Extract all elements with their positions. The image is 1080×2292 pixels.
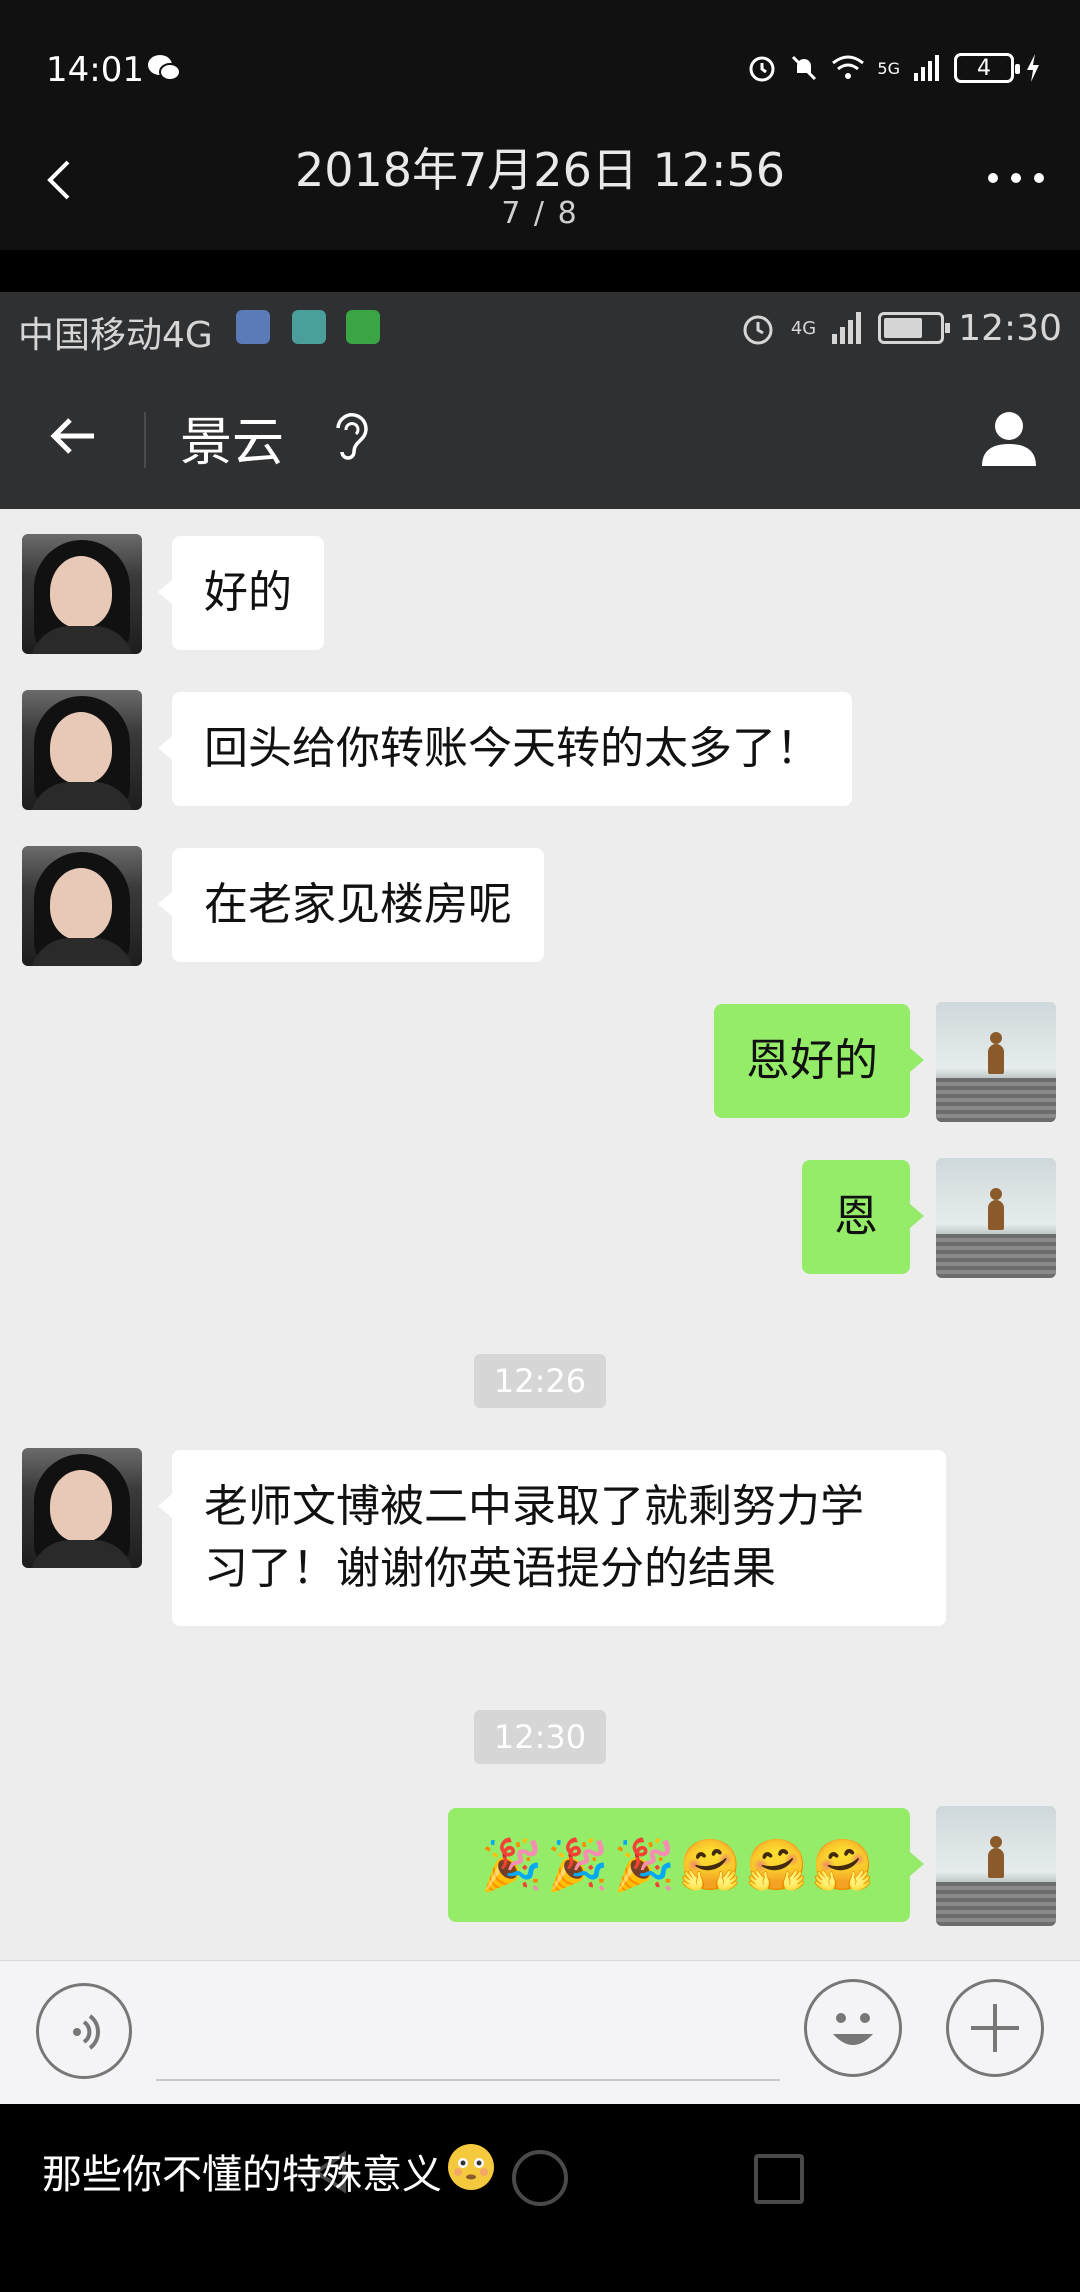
contact-name: 景云 bbox=[180, 413, 285, 473]
message-bubble-sent[interactable]: 🎉🎉🎉🤗🤗🤗 bbox=[448, 1808, 924, 1922]
page-indicator: 7 / 8 bbox=[501, 196, 579, 231]
message-bubble-sent[interactable]: 恩好的 bbox=[714, 1004, 924, 1118]
outer-clock: 14:01 bbox=[46, 50, 144, 90]
alarm-icon bbox=[749, 56, 775, 82]
inner-clock: 12:30 bbox=[958, 307, 1062, 349]
charging-icon bbox=[1027, 54, 1039, 82]
app-notification-icon bbox=[236, 310, 270, 344]
timestamp: 12:30 bbox=[0, 1710, 1080, 1764]
inner-battery-icon bbox=[878, 312, 951, 344]
mute-icon bbox=[792, 55, 817, 81]
message-line: 习了！谢谢你英语提分的结果 bbox=[204, 1543, 776, 1594]
chat-info-icon[interactable] bbox=[976, 404, 1042, 470]
chat-header: 景云 bbox=[0, 364, 1080, 509]
timestamp: 12:26 bbox=[0, 1354, 1080, 1408]
emoji-button[interactable] bbox=[804, 1979, 902, 2077]
wechat-notification-icon bbox=[346, 310, 380, 344]
smiley-icon bbox=[833, 2013, 873, 2045]
viewer-title: 2018年7月26日 12:56 bbox=[294, 143, 786, 197]
message-bubble[interactable]: 回头给你转账今天转的太多了！ bbox=[158, 692, 852, 806]
wechat-icon bbox=[148, 55, 181, 81]
battery-icon: 4 bbox=[954, 53, 1020, 83]
inner-network-type: 4G bbox=[790, 317, 817, 339]
message-bubble[interactable]: 在老家见楼房呢 bbox=[158, 848, 544, 962]
contact-avatar[interactable] bbox=[22, 1448, 142, 1568]
flushed-face-emoji-icon bbox=[448, 2144, 494, 2190]
wifi-icon bbox=[832, 55, 865, 79]
carrier-label: 中国移动4G bbox=[18, 315, 213, 356]
screenshot-image: 中国移动4G 4G 12:30 景云 好的 回头给你转账今天转的太多了！ 在老家… bbox=[0, 292, 1080, 2104]
contact-avatar[interactable] bbox=[22, 534, 142, 654]
nav-home-icon[interactable] bbox=[512, 2150, 568, 2206]
viewer-header: 2018年7月26日 12:56 7 / 8 bbox=[0, 110, 1080, 250]
back-arrow-icon[interactable] bbox=[44, 408, 100, 464]
more-options-icon[interactable] bbox=[988, 168, 1044, 188]
battery-level: 4 bbox=[977, 55, 991, 81]
header-divider bbox=[144, 412, 146, 468]
timestamp-label: 12:26 bbox=[473, 1354, 607, 1408]
signal-icon bbox=[914, 55, 939, 81]
my-avatar[interactable] bbox=[936, 1158, 1056, 1278]
caption-text: 那些你不懂的特殊意义 bbox=[42, 2152, 442, 2198]
gallery-notification-icon bbox=[292, 310, 326, 344]
contact-avatar[interactable] bbox=[22, 690, 142, 810]
outer-status-icons: 5G 4 bbox=[747, 50, 1040, 86]
message-input[interactable] bbox=[156, 1981, 780, 2081]
contact-avatar[interactable] bbox=[22, 846, 142, 966]
message-bubble-sent[interactable]: 恩 bbox=[802, 1160, 924, 1274]
alarm-icon bbox=[743, 315, 773, 345]
my-avatar[interactable] bbox=[936, 1806, 1056, 1926]
voice-input-button[interactable] bbox=[36, 1983, 132, 2079]
message-line: 老师文博被二中录取了就剩努力学 bbox=[204, 1481, 864, 1532]
message-bubble[interactable]: 好的 bbox=[158, 536, 324, 650]
timestamp-label: 12:30 bbox=[473, 1710, 607, 1764]
earpiece-mode-icon bbox=[336, 413, 368, 460]
plus-icon bbox=[971, 2004, 1019, 2052]
inner-status-bar: 中国移动4G 4G 12:30 bbox=[0, 292, 1080, 364]
more-actions-button[interactable] bbox=[946, 1979, 1044, 2077]
message-bubble[interactable]: 老师文博被二中录取了就剩努力学 习了！谢谢你英语提分的结果 bbox=[158, 1450, 946, 1626]
inner-status-icons: 4G 12:30 bbox=[739, 304, 1062, 352]
nav-recents-icon[interactable] bbox=[754, 2154, 804, 2204]
network-type: 5G bbox=[877, 58, 900, 78]
inner-signal-icon bbox=[832, 312, 862, 344]
input-bar bbox=[0, 1960, 1080, 2104]
my-avatar[interactable] bbox=[936, 1002, 1056, 1122]
voice-icon bbox=[73, 2014, 100, 2050]
caption-area: 那些你不懂的特殊意义 bbox=[0, 2104, 1080, 2292]
